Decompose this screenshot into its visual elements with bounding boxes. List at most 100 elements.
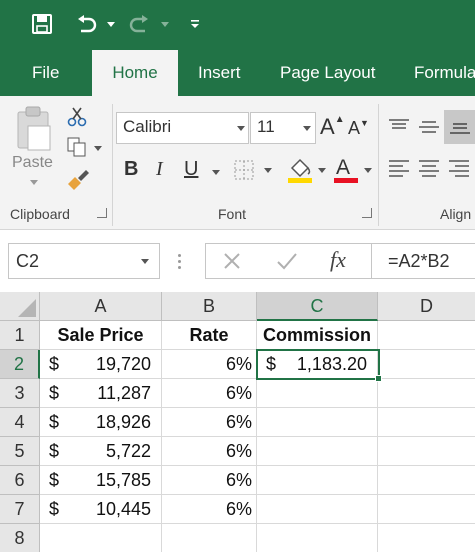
cancel-icon[interactable] xyxy=(222,250,242,277)
name-box[interactable]: C2 xyxy=(8,243,160,279)
cell-c8[interactable] xyxy=(257,524,378,552)
redo-dropdown-icon[interactable] xyxy=(158,9,172,39)
select-all-button[interactable] xyxy=(0,292,40,321)
format-painter-icon[interactable] xyxy=(66,168,90,190)
column-header-b[interactable]: B xyxy=(162,292,257,321)
shrink-font-button[interactable]: A▼ xyxy=(348,118,369,139)
enter-icon[interactable] xyxy=(276,250,298,277)
cell-b8[interactable] xyxy=(162,524,257,552)
paste-button[interactable]: Paste xyxy=(12,104,56,186)
borders-button[interactable] xyxy=(232,158,272,182)
font-launcher-icon[interactable] xyxy=(362,208,372,218)
column-header-a[interactable]: A xyxy=(40,292,162,321)
cell-a6[interactable]: $15,785 xyxy=(40,466,162,495)
cut-icon[interactable] xyxy=(66,106,88,128)
bottom-align-icon[interactable] xyxy=(444,110,475,144)
row-header[interactable]: 1 xyxy=(0,321,40,350)
row-header[interactable]: 6 xyxy=(0,466,40,495)
redo-icon[interactable] xyxy=(126,9,154,39)
cell-value: 11,287 xyxy=(97,383,151,403)
cell-d7[interactable] xyxy=(378,495,475,524)
formula-input[interactable]: =A2*B2 xyxy=(371,243,475,279)
cell-d4[interactable] xyxy=(378,408,475,437)
column-header-d[interactable]: D xyxy=(378,292,475,321)
align-left-icon[interactable] xyxy=(388,158,410,180)
cell-a7[interactable]: $10,445 xyxy=(40,495,162,524)
group-separator xyxy=(378,104,379,226)
paint-bucket-icon xyxy=(288,158,312,183)
underline-button[interactable]: U xyxy=(184,158,198,181)
cell-c4[interactable] xyxy=(257,408,378,437)
cell-d8[interactable] xyxy=(378,524,475,552)
top-align-icon[interactable] xyxy=(388,118,410,136)
row-header[interactable]: 5 xyxy=(0,437,40,466)
formula-bar: C2 fx =A2*B2 xyxy=(0,230,475,292)
insert-function-icon[interactable]: fx xyxy=(330,247,346,273)
row-header[interactable]: 3 xyxy=(0,379,40,408)
currency-symbol: $ xyxy=(49,470,60,490)
name-box-value: C2 xyxy=(16,251,40,271)
undo-dropdown-icon[interactable] xyxy=(104,9,118,39)
clipboard-launcher-icon[interactable] xyxy=(97,208,107,218)
underline-dropdown-icon[interactable] xyxy=(212,170,220,175)
italic-button[interactable]: I xyxy=(156,158,163,181)
chevron-down-icon xyxy=(303,126,311,131)
fill-color-button[interactable] xyxy=(286,156,326,186)
cell-a1[interactable]: Sale Price xyxy=(40,321,162,350)
row-header[interactable]: 2 xyxy=(0,350,40,379)
clipboard-group-label: Clipboard xyxy=(10,206,70,222)
undo-icon[interactable] xyxy=(72,9,100,39)
cell-a5[interactable]: $5,722 xyxy=(40,437,162,466)
tab-file[interactable]: File xyxy=(32,50,59,96)
cell-d2[interactable] xyxy=(378,350,475,379)
column-header-c[interactable]: C xyxy=(257,292,378,321)
tab-insert[interactable]: Insert xyxy=(198,50,241,96)
align-center-icon[interactable] xyxy=(418,158,440,180)
cell-c1[interactable]: Commission xyxy=(257,321,378,350)
tab-page-layout[interactable]: Page Layout xyxy=(280,50,375,96)
cell-c6[interactable] xyxy=(257,466,378,495)
cell-b6[interactable]: 6% xyxy=(162,466,257,495)
row-header[interactable]: 7 xyxy=(0,495,40,524)
cell-d5[interactable] xyxy=(378,437,475,466)
chevron-down-icon xyxy=(364,168,372,173)
grow-font-button[interactable]: A▲ xyxy=(320,114,345,140)
cell-b4[interactable]: 6% xyxy=(162,408,257,437)
cell-value: 5,722 xyxy=(105,441,151,461)
cell-c5[interactable] xyxy=(257,437,378,466)
font-color-button[interactable]: A xyxy=(334,156,374,186)
cell-b1[interactable]: Rate xyxy=(162,321,257,350)
middle-align-icon[interactable] xyxy=(418,118,440,136)
cell-c7[interactable] xyxy=(257,495,378,524)
cell-c3[interactable] xyxy=(257,379,378,408)
font-size-select[interactable]: 11 xyxy=(250,112,316,144)
font-name-select[interactable]: Calibri xyxy=(116,112,249,144)
cell-a2[interactable]: $19,720 xyxy=(40,350,162,379)
formula-buttons: fx xyxy=(205,243,371,279)
row-header[interactable]: 8 xyxy=(0,524,40,552)
cell-b3[interactable]: 6% xyxy=(162,379,257,408)
fill-handle[interactable] xyxy=(375,375,382,382)
cell-a4[interactable]: $18,926 xyxy=(40,408,162,437)
cell-b7[interactable]: 6% xyxy=(162,495,257,524)
save-icon[interactable] xyxy=(28,9,56,39)
cell-d3[interactable] xyxy=(378,379,475,408)
row-header[interactable]: 4 xyxy=(0,408,40,437)
cell-a3[interactable]: $11,287 xyxy=(40,379,162,408)
cell-a8[interactable] xyxy=(40,524,162,552)
cell-b2[interactable]: 6% xyxy=(162,350,257,379)
formula-bar-resize-handle[interactable] xyxy=(178,254,182,270)
tab-formulas[interactable]: Formula xyxy=(414,50,475,96)
tab-home[interactable]: Home xyxy=(92,50,178,96)
cell-d6[interactable] xyxy=(378,466,475,495)
font-group-label: Font xyxy=(218,206,247,222)
bold-button[interactable]: B xyxy=(124,158,138,181)
cell-b5[interactable]: 6% xyxy=(162,437,257,466)
customize-quick-access-icon[interactable] xyxy=(186,9,204,39)
currency-symbol: $ xyxy=(49,354,60,374)
ribbon-home: Paste Clipboard Calibri 11 A▲ A▼ B I U A… xyxy=(0,96,475,230)
cell-d1[interactable] xyxy=(378,321,475,350)
cell-value: 18,926 xyxy=(95,412,151,432)
align-right-icon[interactable] xyxy=(448,158,470,180)
copy-button[interactable] xyxy=(66,136,102,158)
